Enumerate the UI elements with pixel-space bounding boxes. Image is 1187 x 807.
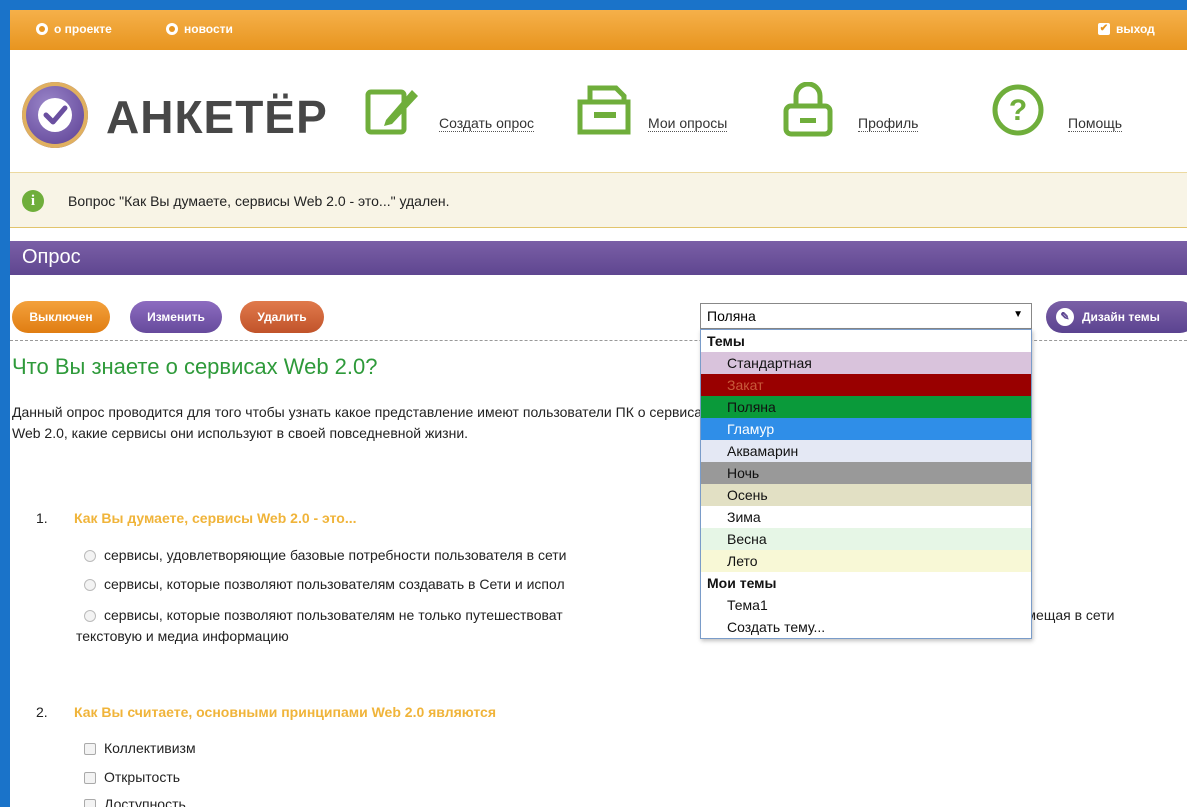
pencil-note-icon[interactable] bbox=[364, 82, 420, 138]
pencil-icon: ✎ bbox=[1056, 308, 1074, 326]
nav-help[interactable]: Помощь bbox=[1068, 115, 1123, 132]
checkbox[interactable] bbox=[84, 772, 96, 784]
check-icon bbox=[38, 98, 72, 132]
answer-label: сервисы, которые позволяют пользователям… bbox=[104, 576, 565, 592]
top-bar: о проекте новости ✔ выход bbox=[10, 10, 1187, 50]
section-header: Опрос bbox=[10, 241, 1187, 275]
question-number: 2. bbox=[36, 704, 48, 720]
checkbox[interactable] bbox=[84, 799, 96, 807]
browser-frame: о проекте новости ✔ выход АНКЕТЁР Создат… bbox=[0, 0, 1187, 807]
dropdown-option[interactable]: Аквамарин bbox=[701, 440, 1031, 462]
dropdown-option[interactable]: Стандартная bbox=[701, 352, 1031, 374]
news-label: новости bbox=[184, 22, 233, 36]
svg-text:?: ? bbox=[1009, 94, 1027, 127]
bullet-icon bbox=[36, 23, 48, 35]
edit-button[interactable]: Изменить bbox=[130, 301, 222, 333]
answer-option[interactable]: сервисы, удовлетворяющие базовые потребн… bbox=[84, 547, 567, 563]
dropdown-option[interactable]: Осень bbox=[701, 484, 1031, 506]
radio-button[interactable] bbox=[84, 579, 96, 591]
answer-label: сервисы, удовлетворяющие базовые потребн… bbox=[104, 547, 567, 563]
answer-label: Доступность bbox=[104, 796, 186, 807]
lock-icon[interactable] bbox=[780, 82, 836, 138]
answer-option[interactable]: Доступность bbox=[84, 796, 186, 807]
logo-text[interactable]: АНКЕТЁР bbox=[106, 90, 328, 144]
about-label: о проекте bbox=[54, 22, 112, 36]
logo-check-icon bbox=[22, 82, 88, 148]
answer-label: Коллективизм bbox=[104, 740, 196, 756]
theme-design-button[interactable]: ✎ Дизайн темы bbox=[1046, 301, 1187, 333]
dropdown-option[interactable]: Гламур bbox=[701, 418, 1031, 440]
dropdown-option[interactable]: Создать тему... bbox=[701, 616, 1031, 638]
nav-my-surveys[interactable]: Мои опросы bbox=[648, 115, 728, 132]
question-text: Как Вы считаете, основными принципами We… bbox=[74, 704, 497, 720]
answer-label-tail: змещая в сети bbox=[1020, 607, 1115, 623]
answer-label: сервисы, которые позволяют пользователям… bbox=[104, 607, 563, 623]
dropdown-option[interactable]: Зима bbox=[701, 506, 1031, 528]
radio-button[interactable] bbox=[84, 610, 96, 622]
disabled-toggle-button[interactable]: Выключен bbox=[12, 301, 110, 333]
theme-dropdown-list[interactable]: Темы Стандартная Закат Поляна Гламур Аквамари… bbox=[700, 329, 1032, 639]
news-link[interactable]: новости bbox=[166, 22, 233, 36]
survey-title: Что Вы знаете о сервисах Web 2.0? bbox=[12, 354, 378, 379]
answer-option[interactable]: Коллективизм bbox=[84, 740, 196, 756]
checkbox[interactable] bbox=[84, 743, 96, 755]
folder-icon[interactable] bbox=[576, 82, 632, 138]
logout-link[interactable]: ✔ выход bbox=[1098, 22, 1155, 36]
question-number: 1. bbox=[36, 510, 48, 526]
dropdown-option[interactable]: Тема1 bbox=[701, 594, 1031, 616]
notice-bar: i Вопрос "Как Вы думаете, сервисы Web 2.… bbox=[10, 172, 1187, 228]
info-icon: i bbox=[22, 190, 44, 212]
answer-label-continued: текстовую и медиа информацию bbox=[76, 628, 289, 644]
nav-create-survey[interactable]: Создать опрос bbox=[439, 115, 535, 132]
answer-option[interactable]: сервисы, которые позволяют пользователям… bbox=[84, 607, 563, 623]
header: АНКЕТЁР Создать опрос Мои опросы Профиль… bbox=[10, 50, 1187, 172]
checkmark-icon: ✔ bbox=[1098, 23, 1110, 35]
dropdown-arrow-icon: ▼ bbox=[1013, 309, 1023, 320]
answer-option[interactable]: Открытость bbox=[84, 769, 180, 785]
question-icon[interactable]: ? bbox=[990, 82, 1046, 138]
bullet-icon bbox=[166, 23, 178, 35]
question-text: Как Вы думаете, сервисы Web 2.0 - это... bbox=[74, 510, 357, 526]
dropdown-option[interactable]: Весна bbox=[701, 528, 1031, 550]
theme-select-value: Поляна bbox=[707, 308, 756, 324]
about-link[interactable]: о проекте bbox=[36, 22, 112, 36]
theme-select[interactable]: Поляна ▼ bbox=[700, 303, 1032, 329]
theme-design-label: Дизайн темы bbox=[1082, 310, 1160, 324]
answer-label: Открытость bbox=[104, 769, 181, 785]
survey-description: Данный опрос проводится для того чтобы у… bbox=[12, 404, 710, 441]
radio-button[interactable] bbox=[84, 550, 96, 562]
answer-option[interactable]: сервисы, которые позволяют пользователям… bbox=[84, 576, 565, 592]
delete-button[interactable]: Удалить bbox=[240, 301, 324, 333]
dropdown-option[interactable]: Поляна bbox=[701, 396, 1031, 418]
dropdown-group-label: Темы bbox=[707, 333, 745, 349]
section-title: Опрос bbox=[22, 246, 81, 268]
nav-profile[interactable]: Профиль bbox=[858, 115, 919, 132]
logout-label: выход bbox=[1116, 22, 1155, 36]
dropdown-group-label: Мои темы bbox=[707, 575, 777, 591]
dropdown-option[interactable]: Ночь bbox=[701, 462, 1031, 484]
dropdown-option[interactable]: Лето bbox=[701, 550, 1031, 572]
notice-message: Вопрос "Как Вы думаете, сервисы Web 2.0 … bbox=[68, 193, 450, 209]
dropdown-option[interactable]: Закат bbox=[701, 374, 1031, 396]
